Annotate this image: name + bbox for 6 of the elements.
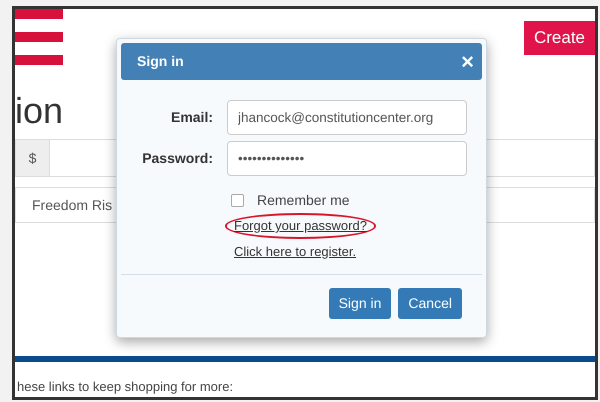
page-heading: ion [15,89,64,133]
password-label: Password: [141,149,213,168]
email-label: Email: [170,108,213,127]
dialog-title: Sign in [137,52,184,71]
currency-addon: $ [16,140,50,176]
footer-text: hese links to keep shopping for more: [16,378,234,396]
